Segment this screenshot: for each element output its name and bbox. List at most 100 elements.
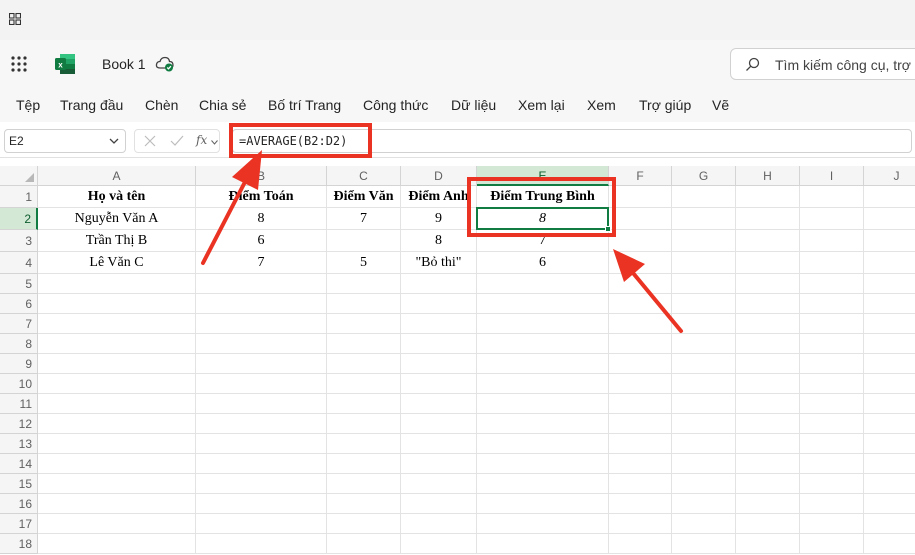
cell-h15[interactable] bbox=[736, 474, 800, 494]
cell-g6[interactable] bbox=[672, 294, 736, 314]
cell-c18[interactable] bbox=[327, 534, 401, 554]
cell-i14[interactable] bbox=[800, 454, 864, 474]
cell-j7[interactable] bbox=[864, 314, 915, 334]
cell-b3[interactable]: 6 bbox=[196, 230, 327, 252]
cell-j18[interactable] bbox=[864, 534, 915, 554]
cell-b8[interactable] bbox=[196, 334, 327, 354]
cell-f11[interactable] bbox=[609, 394, 672, 414]
cell-i12[interactable] bbox=[800, 414, 864, 434]
cell-d13[interactable] bbox=[401, 434, 477, 454]
row-header-8[interactable]: 8 bbox=[0, 334, 38, 354]
cell-h12[interactable] bbox=[736, 414, 800, 434]
cell-g8[interactable] bbox=[672, 334, 736, 354]
cell-g5[interactable] bbox=[672, 274, 736, 294]
cell-h8[interactable] bbox=[736, 334, 800, 354]
tab-data[interactable]: Dữ liệu bbox=[451, 97, 496, 113]
cell-d14[interactable] bbox=[401, 454, 477, 474]
cell-e9[interactable] bbox=[477, 354, 609, 374]
column-header-d[interactable]: D bbox=[401, 166, 477, 186]
app-launcher-icon[interactable] bbox=[10, 55, 28, 73]
cell-a3[interactable]: Trần Thị B bbox=[38, 230, 196, 252]
cell-c11[interactable] bbox=[327, 394, 401, 414]
cell-d18[interactable] bbox=[401, 534, 477, 554]
cell-h18[interactable] bbox=[736, 534, 800, 554]
cell-g16[interactable] bbox=[672, 494, 736, 514]
cell-f18[interactable] bbox=[609, 534, 672, 554]
cell-i10[interactable] bbox=[800, 374, 864, 394]
cell-d6[interactable] bbox=[401, 294, 477, 314]
cell-d8[interactable] bbox=[401, 334, 477, 354]
cell-g18[interactable] bbox=[672, 534, 736, 554]
cell-d12[interactable] bbox=[401, 414, 477, 434]
cell-i18[interactable] bbox=[800, 534, 864, 554]
cell-e6[interactable] bbox=[477, 294, 609, 314]
chevron-down-icon[interactable] bbox=[211, 140, 218, 145]
cell-g1[interactable] bbox=[672, 186, 736, 208]
cell-e12[interactable] bbox=[477, 414, 609, 434]
workbook-title[interactable]: Book 1 bbox=[102, 56, 146, 72]
column-header-a[interactable]: A bbox=[38, 166, 196, 186]
cell-j10[interactable] bbox=[864, 374, 915, 394]
cell-c17[interactable] bbox=[327, 514, 401, 534]
tab-home[interactable]: Trang đầu bbox=[60, 97, 123, 113]
cell-f8[interactable] bbox=[609, 334, 672, 354]
tab-share[interactable]: Chia sẻ bbox=[199, 97, 246, 113]
cell-c15[interactable] bbox=[327, 474, 401, 494]
cell-i15[interactable] bbox=[800, 474, 864, 494]
cell-b2[interactable]: 8 bbox=[196, 208, 327, 230]
cell-f15[interactable] bbox=[609, 474, 672, 494]
cell-g7[interactable] bbox=[672, 314, 736, 334]
cell-j11[interactable] bbox=[864, 394, 915, 414]
cell-a17[interactable] bbox=[38, 514, 196, 534]
cell-e15[interactable] bbox=[477, 474, 609, 494]
cell-i6[interactable] bbox=[800, 294, 864, 314]
cell-i9[interactable] bbox=[800, 354, 864, 374]
cell-g17[interactable] bbox=[672, 514, 736, 534]
column-header-i[interactable]: I bbox=[800, 166, 864, 186]
row-header-5[interactable]: 5 bbox=[0, 274, 38, 294]
cell-d16[interactable] bbox=[401, 494, 477, 514]
cell-i11[interactable] bbox=[800, 394, 864, 414]
tab-insert[interactable]: Chèn bbox=[145, 97, 178, 113]
cell-e16[interactable] bbox=[477, 494, 609, 514]
search-box[interactable]: Tìm kiếm công cụ, trợ giúp bbox=[730, 48, 915, 80]
cell-b5[interactable] bbox=[196, 274, 327, 294]
cell-f14[interactable] bbox=[609, 454, 672, 474]
cell-e8[interactable] bbox=[477, 334, 609, 354]
cloud-saved-icon[interactable] bbox=[155, 56, 175, 72]
row-header-6[interactable]: 6 bbox=[0, 294, 38, 314]
cell-c8[interactable] bbox=[327, 334, 401, 354]
cell-b16[interactable] bbox=[196, 494, 327, 514]
tab-page-layout[interactable]: Bố trí Trang bbox=[268, 97, 341, 113]
cell-j17[interactable] bbox=[864, 514, 915, 534]
cell-i3[interactable] bbox=[800, 230, 864, 252]
cell-j2[interactable] bbox=[864, 208, 915, 230]
cell-f3[interactable] bbox=[609, 230, 672, 252]
cell-a16[interactable] bbox=[38, 494, 196, 514]
cell-g11[interactable] bbox=[672, 394, 736, 414]
cell-f16[interactable] bbox=[609, 494, 672, 514]
cell-a15[interactable] bbox=[38, 474, 196, 494]
column-header-h[interactable]: H bbox=[736, 166, 800, 186]
cell-h16[interactable] bbox=[736, 494, 800, 514]
cell-g13[interactable] bbox=[672, 434, 736, 454]
cell-j4[interactable] bbox=[864, 252, 915, 274]
cell-e4[interactable]: 6 bbox=[477, 252, 609, 274]
cell-g15[interactable] bbox=[672, 474, 736, 494]
cell-h10[interactable] bbox=[736, 374, 800, 394]
row-header-13[interactable]: 13 bbox=[0, 434, 38, 454]
row-header-2[interactable]: 2 bbox=[0, 208, 38, 230]
cell-h17[interactable] bbox=[736, 514, 800, 534]
row-header-12[interactable]: 12 bbox=[0, 414, 38, 434]
cell-j13[interactable] bbox=[864, 434, 915, 454]
cell-j6[interactable] bbox=[864, 294, 915, 314]
row-header-7[interactable]: 7 bbox=[0, 314, 38, 334]
row-header-9[interactable]: 9 bbox=[0, 354, 38, 374]
row-header-17[interactable]: 17 bbox=[0, 514, 38, 534]
cell-g3[interactable] bbox=[672, 230, 736, 252]
row-header-1[interactable]: 1 bbox=[0, 186, 38, 208]
cell-c4[interactable]: 5 bbox=[327, 252, 401, 274]
cell-a4[interactable]: Lê Văn C bbox=[38, 252, 196, 274]
cell-h7[interactable] bbox=[736, 314, 800, 334]
cell-b14[interactable] bbox=[196, 454, 327, 474]
